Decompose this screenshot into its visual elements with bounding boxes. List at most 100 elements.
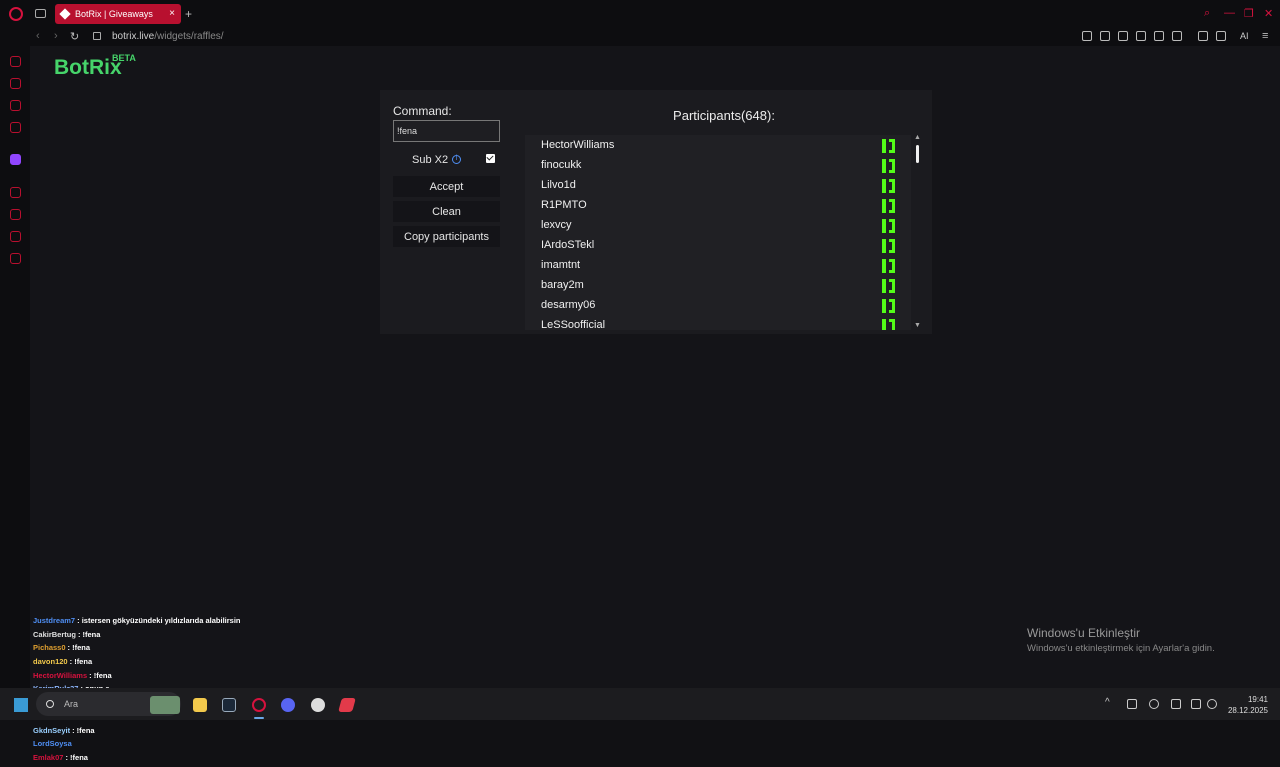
botrix-favicon-icon: [59, 8, 71, 20]
tray-chevron-icon[interactable]: ^: [1105, 697, 1115, 708]
info-icon[interactable]: i: [452, 155, 461, 164]
chat-text: : !fena: [65, 752, 88, 762]
accept-button[interactable]: Accept: [393, 176, 500, 197]
url-field[interactable]: botrix.live/widgets/raffles/: [112, 31, 224, 42]
menu-icon[interactable]: ≡: [1262, 30, 1268, 42]
volume-icon[interactable]: [1207, 699, 1217, 709]
search-icon: [46, 700, 54, 708]
url-host: botrix.live: [112, 31, 155, 42]
extensions-icon[interactable]: [10, 231, 21, 242]
steam-icon[interactable]: [222, 698, 236, 712]
discord-icon[interactable]: [281, 698, 295, 712]
participant-name: desarmy06: [541, 299, 596, 311]
translate-icon[interactable]: [1136, 31, 1146, 41]
participant-row[interactable]: LeSSoofficial: [525, 316, 911, 330]
participant-name: HectorWilliams: [541, 139, 615, 151]
obs-icon[interactable]: [311, 698, 325, 712]
participant-name: IArdoSTekl: [541, 239, 595, 251]
participant-row[interactable]: HectorWilliams: [525, 136, 911, 156]
chat-text: : !fena: [89, 670, 112, 680]
display-icon[interactable]: [1191, 699, 1201, 709]
url-path: /widgets/raffles/: [154, 31, 224, 42]
chat-username: GkdnSeyit: [33, 725, 71, 735]
scroll-up-icon[interactable]: ▲: [914, 134, 921, 141]
clean-button[interactable]: Clean: [393, 201, 500, 222]
heart-icon[interactable]: [1172, 31, 1182, 41]
participant-name: lexvcy: [541, 219, 572, 231]
participant-name: Lilvo1d: [541, 179, 576, 191]
player-icon[interactable]: [10, 187, 21, 198]
ai-button[interactable]: AI: [1240, 31, 1249, 41]
tab-switcher-icon[interactable]: [35, 9, 46, 18]
file-explorer-icon[interactable]: [193, 698, 207, 712]
address-bar: ‹ › ↻ botrix.live/widgets/raffles/ AI ≡: [0, 28, 1280, 46]
app-lightning-icon[interactable]: [338, 698, 356, 712]
opera-taskbar-icon[interactable]: [252, 698, 266, 712]
scroll-down-icon[interactable]: ▼: [914, 322, 921, 329]
kick-icon: [882, 239, 895, 253]
news-icon[interactable]: [10, 122, 21, 133]
twitch-icon[interactable]: [10, 154, 21, 165]
scrollbar-thumb[interactable]: [916, 145, 919, 163]
settings-icon[interactable]: [10, 253, 21, 264]
browser-tab[interactable]: BotRix | Giveaways ×: [55, 4, 181, 24]
tray-cloud-icon[interactable]: [1149, 699, 1159, 709]
search-tabs-icon[interactable]: ⌕: [1204, 7, 1210, 20]
download-icon[interactable]: [1216, 31, 1226, 41]
command-input[interactable]: [393, 120, 500, 142]
chat-message: LordSoysa: [33, 739, 263, 753]
participant-row[interactable]: Lilvo1d: [525, 176, 911, 196]
close-window-icon[interactable]: ✕: [1264, 7, 1273, 20]
chat-username: Justdream7: [33, 616, 76, 625]
chat-message: Emlak07: !fena: [33, 753, 263, 767]
active-app-indicator: [254, 717, 264, 719]
forward-icon[interactable]: ›: [54, 30, 58, 42]
kick-icon: [882, 159, 895, 173]
windows-start-icon[interactable]: [14, 698, 28, 712]
lock-icon[interactable]: [93, 32, 101, 40]
chat-message: HectorWilliams: !fena: [33, 671, 263, 685]
sub-x2-checkbox[interactable]: [486, 154, 495, 163]
microphone-icon[interactable]: [1171, 699, 1181, 709]
opera-logo-icon[interactable]: [9, 7, 23, 21]
minimize-icon[interactable]: —: [1224, 7, 1235, 19]
participants-title: Participants(648):: [673, 108, 775, 123]
participant-row[interactable]: imamtnt: [525, 256, 911, 276]
history-icon[interactable]: [10, 209, 21, 220]
maximize-icon[interactable]: ❐: [1244, 7, 1254, 20]
taskbar-clock[interactable]: 19:41 28.12.2025: [1226, 694, 1268, 716]
participant-row[interactable]: desarmy06: [525, 296, 911, 316]
participant-row[interactable]: R1PMTO: [525, 196, 911, 216]
activation-watermark-title: Windows'u Etkinleştir: [1027, 626, 1140, 640]
participant-row[interactable]: lexvcy: [525, 216, 911, 236]
participant-row[interactable]: baray2m: [525, 276, 911, 296]
participant-row[interactable]: IArdoSTekl: [525, 236, 911, 256]
participant-name: R1PMTO: [541, 199, 587, 211]
chat-username: HectorWilliams: [33, 670, 88, 680]
account-icon[interactable]: [1198, 31, 1208, 41]
back-icon[interactable]: ‹: [36, 30, 40, 42]
chat-text: : istersen gökyüzündeki yıldızlarıda ala…: [77, 616, 241, 625]
bag-icon[interactable]: [10, 78, 21, 89]
chat-message: Pichass0: !fena: [33, 643, 263, 657]
new-tab-icon[interactable]: +: [185, 7, 192, 21]
tray-sync-icon[interactable]: [1127, 699, 1137, 709]
page-content: BotRix BETA Command: Sub X2 i Accept Cle…: [30, 46, 1280, 762]
kick-icon: [882, 139, 895, 153]
snapshot-icon[interactable]: [1100, 31, 1110, 41]
pin-icon[interactable]: [1082, 31, 1092, 41]
messenger-icon[interactable]: [10, 100, 21, 111]
reload-icon[interactable]: ↻: [70, 30, 79, 43]
participant-row[interactable]: finocukk: [525, 156, 911, 176]
participant-list[interactable]: HectorWilliams finocukk Lilvo1d R1PMTO lexvc…: [525, 135, 911, 330]
clock-date: 28.12.2025: [1227, 706, 1268, 715]
kick-icon: [882, 179, 895, 193]
taskbar: Ara ^ 19:41 28.12.2025: [0, 688, 1280, 720]
adblock-icon[interactable]: [1118, 31, 1128, 41]
copy-participants-button[interactable]: Copy participants: [393, 226, 500, 247]
play-icon[interactable]: [1154, 31, 1164, 41]
chat-username: davon120: [33, 657, 68, 667]
close-tab-icon[interactable]: ×: [169, 8, 175, 19]
speed-dial-icon[interactable]: [10, 56, 21, 67]
chat-username: LordSoysa: [33, 739, 72, 749]
